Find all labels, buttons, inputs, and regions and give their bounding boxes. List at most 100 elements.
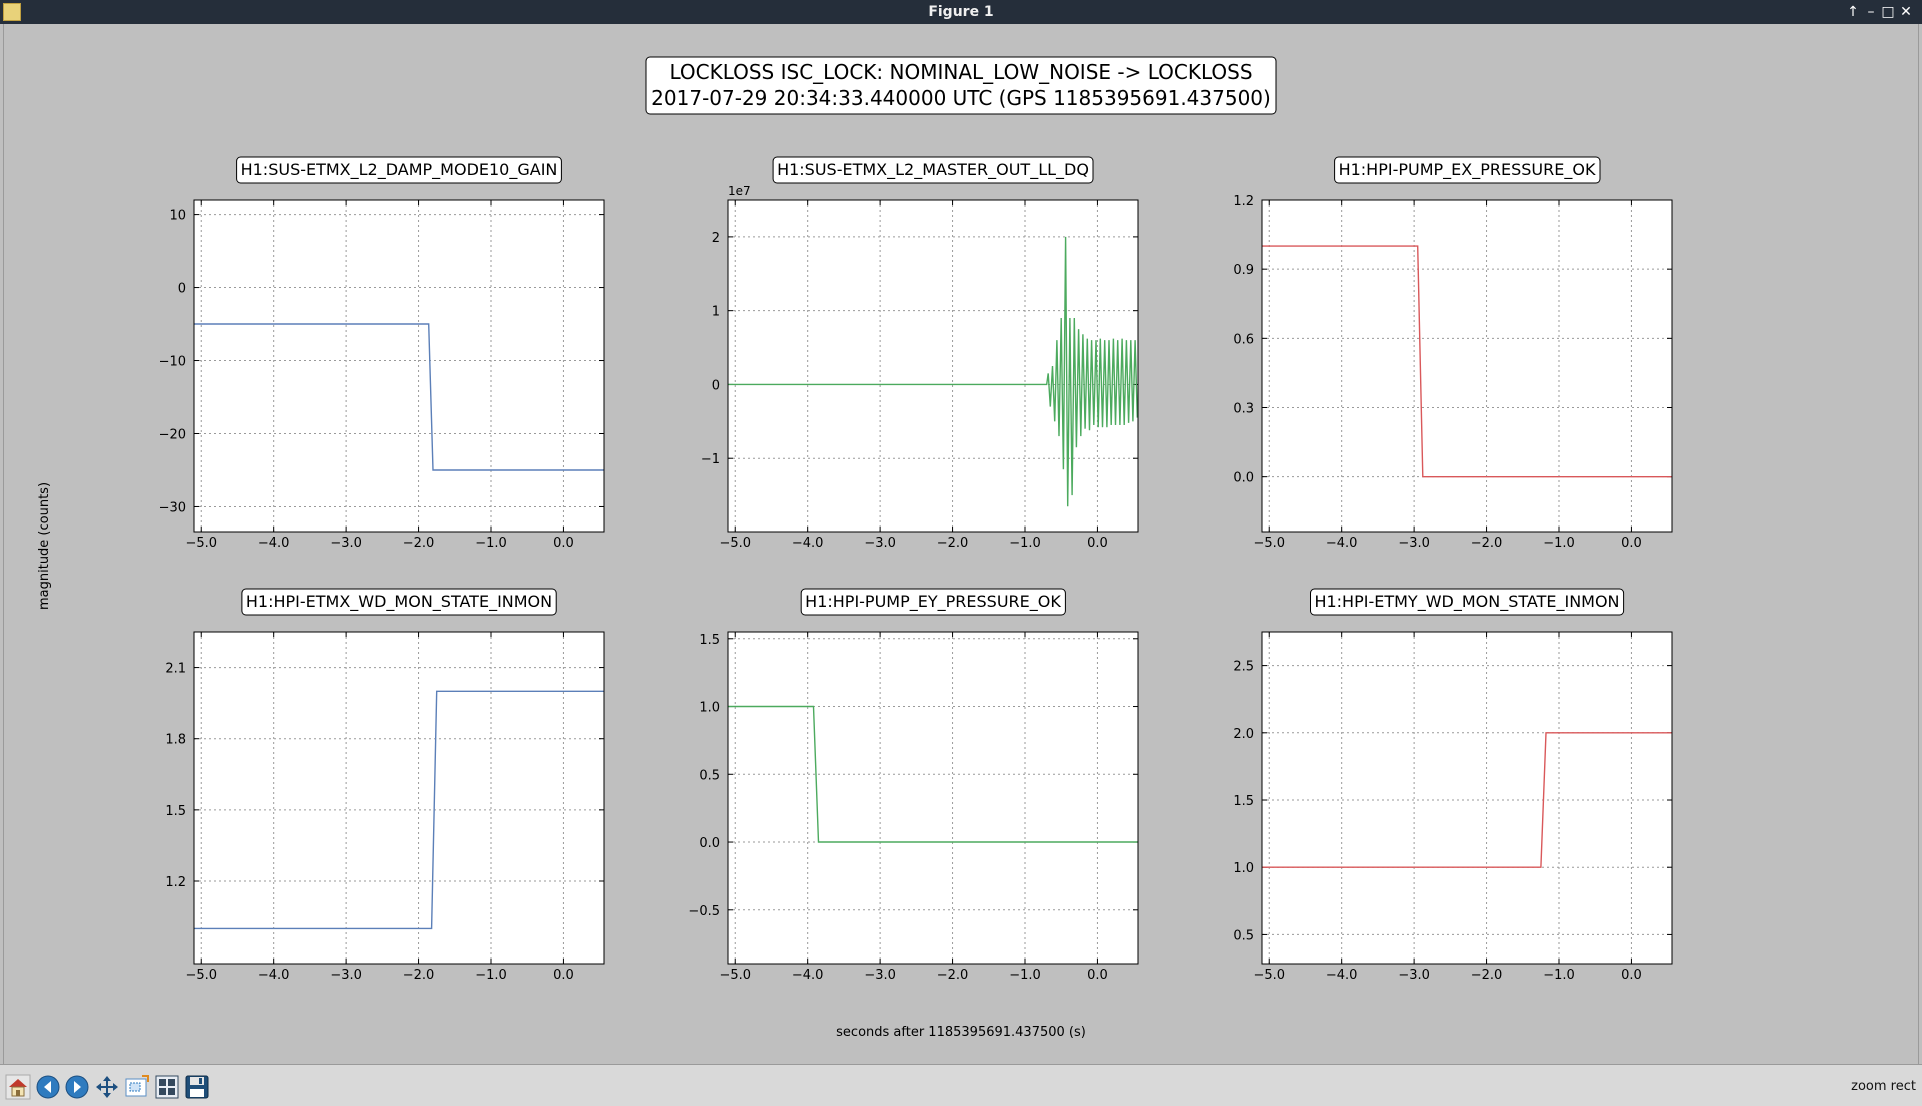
- y-tick-label: 0.0: [1233, 471, 1254, 486]
- figure-svg: LOCKLOSS ISC_LOCK: NOMINAL_LOW_NOISE -> …: [37, 56, 1673, 1040]
- y-tick-label: 0.5: [699, 768, 720, 783]
- x-tick-label: −1.0: [475, 968, 507, 983]
- x-tick-label: 0.0: [553, 536, 574, 551]
- x-tick-label: −1.0: [1543, 968, 1575, 983]
- y-tick-label: 0: [712, 378, 720, 393]
- y-tick-label: −1: [701, 452, 720, 467]
- y-tick-label: 1.5: [1233, 794, 1254, 809]
- plot-area: [194, 632, 604, 964]
- x-tick-label: −5.0: [185, 536, 217, 551]
- x-tick-label: −5.0: [719, 968, 751, 983]
- window-titlebar: Figure 1 ↑ – □ ✕: [0, 0, 1922, 24]
- x-tick-label: −4.0: [258, 968, 290, 983]
- save-figure-icon[interactable]: [184, 1074, 210, 1100]
- x-tick-label: −5.0: [1253, 536, 1285, 551]
- x-tick-label: −3.0: [330, 536, 362, 551]
- y-tick-label: 0.9: [1233, 263, 1254, 278]
- subplot-4: −5.0 −4.0 −3.0 −2.0 −1.0 0.0 2.1 1.8 1.5 1.2 H1:HP…: [165, 588, 605, 983]
- plot-area: [1262, 632, 1672, 964]
- plot-area: [728, 200, 1138, 532]
- x-tick-label: −4.0: [792, 968, 824, 983]
- y-tick-label: 1: [712, 305, 720, 320]
- x-tick-label: −3.0: [1398, 968, 1430, 983]
- plot-area: [194, 200, 604, 532]
- window-up-button[interactable]: ↑: [1844, 2, 1862, 22]
- y-tick-label: 0.0: [699, 836, 720, 851]
- x-tick-label: −1.0: [1009, 968, 1041, 983]
- subplot-title: H1:SUS-ETMX_L2_DAMP_MODE10_GAIN: [241, 160, 558, 180]
- x-tick-label: −1.0: [1009, 536, 1041, 551]
- y-tick-label: 2: [712, 231, 720, 246]
- y-tick-label: 1.0: [1233, 861, 1254, 876]
- x-tick-label: 0.0: [1621, 536, 1642, 551]
- subplot-2: −5.0 −4.0 −3.0 −2.0 −1.0 0.0 2 1 0 −1 1e7 H1:SUS-ET…: [701, 156, 1139, 551]
- window-minimize-button[interactable]: –: [1862, 2, 1880, 22]
- suptitle-line1: LOCKLOSS ISC_LOCK: NOMINAL_LOW_NOISE -> …: [669, 60, 1252, 84]
- y-offset-label: 1e7: [728, 184, 751, 198]
- x-tick-label: −2.0: [403, 536, 435, 551]
- forward-arrow-icon[interactable]: [64, 1074, 90, 1100]
- toolbar-status-text: zoom rect: [1851, 1079, 1916, 1094]
- x-tick-label: −2.0: [1471, 968, 1503, 983]
- x-tick-label: −4.0: [792, 536, 824, 551]
- x-tick-label: −1.0: [475, 536, 507, 551]
- y-tick-label: 0: [178, 282, 186, 297]
- back-arrow-icon[interactable]: [35, 1074, 61, 1100]
- x-tick-label: 0.0: [1087, 968, 1108, 983]
- y-tick-label: −30: [159, 500, 186, 515]
- window-close-button[interactable]: ✕: [1897, 2, 1915, 22]
- y-tick-label: 0.3: [1233, 402, 1254, 417]
- x-tick-label: 0.0: [1621, 968, 1642, 983]
- plot-area: [728, 632, 1138, 964]
- subplot-title: H1:HPI-ETMY_WD_MON_STATE_INMON: [1314, 592, 1619, 612]
- subplot-6: −5.0 −4.0 −3.0 −2.0 −1.0 0.0 2.5 2.0 1.5 1.0 0.5 H1…: [1233, 588, 1673, 983]
- navigation-toolbar: zoom rect: [0, 1064, 1922, 1106]
- x-tick-label: −4.0: [1326, 968, 1358, 983]
- x-tick-label: −2.0: [937, 968, 969, 983]
- window-maximize-button[interactable]: □: [1879, 2, 1897, 22]
- x-tick-label: −2.0: [1471, 536, 1503, 551]
- y-tick-label: −20: [159, 427, 186, 442]
- configure-subplots-icon[interactable]: [154, 1074, 180, 1100]
- subplot-5: −5.0 −4.0 −3.0 −2.0 −1.0 0.0 1.5 1.0 0.5 0.0 −0.5 H…: [688, 588, 1139, 983]
- x-tick-label: −1.0: [1543, 536, 1575, 551]
- x-tick-label: 0.0: [1087, 536, 1108, 551]
- y-tick-label: 1.8: [165, 733, 186, 748]
- y-tick-label: 1.0: [699, 701, 720, 716]
- x-tick-label: −2.0: [403, 968, 435, 983]
- y-tick-label: 1.2: [165, 875, 186, 890]
- x-tick-label: −3.0: [330, 968, 362, 983]
- y-tick-label: 1.5: [699, 633, 720, 648]
- subplot-title: H1:SUS-ETMX_L2_MASTER_OUT_LL_DQ: [777, 160, 1089, 180]
- suptitle-line2: 2017-07-29 20:34:33.440000 UTC (GPS 1185…: [651, 86, 1271, 110]
- subplot-title: H1:HPI-ETMX_WD_MON_STATE_INMON: [246, 592, 552, 612]
- y-tick-label: −0.5: [688, 904, 720, 919]
- figure-canvas[interactable]: LOCKLOSS ISC_LOCK: NOMINAL_LOW_NOISE -> …: [3, 24, 1919, 1064]
- y-tick-label: 2.5: [1233, 660, 1254, 675]
- plot-area: [1262, 200, 1672, 532]
- x-tick-label: −3.0: [864, 536, 896, 551]
- y-tick-label: 0.6: [1233, 332, 1254, 347]
- x-tick-label: −4.0: [1326, 536, 1358, 551]
- subplot-3: −5.0 −4.0 −3.0 −2.0 −1.0 0.0 1.2 0.9 0.6 0.3 0.0 H1…: [1233, 156, 1673, 551]
- zoom-rect-icon[interactable]: [124, 1074, 150, 1100]
- subplot-title: H1:HPI-PUMP_EX_PRESSURE_OK: [1339, 160, 1596, 180]
- y-tick-label: 1.5: [165, 804, 186, 819]
- x-tick-label: −5.0: [1253, 968, 1285, 983]
- y-tick-label: 2.0: [1233, 727, 1254, 742]
- pan-move-icon[interactable]: [94, 1074, 120, 1100]
- subplot-1: −5.0 −4.0 −3.0 −2.0 −1.0 0.0 10 0 −10 −20 −30 H1:SU…: [159, 156, 605, 551]
- x-axis-label: seconds after 1185395691.437500 (s): [836, 1025, 1086, 1040]
- x-tick-label: 0.0: [553, 968, 574, 983]
- y-tick-label: 0.5: [1233, 928, 1254, 943]
- window-title: Figure 1: [928, 4, 994, 20]
- y-tick-label: −10: [159, 355, 186, 370]
- x-tick-label: −5.0: [185, 968, 217, 983]
- y-axis-label: magnitude (counts): [37, 482, 52, 610]
- x-tick-label: −2.0: [937, 536, 969, 551]
- x-tick-label: −4.0: [258, 536, 290, 551]
- home-icon[interactable]: [5, 1074, 31, 1100]
- x-tick-label: −3.0: [864, 968, 896, 983]
- y-tick-label: 1.2: [1233, 194, 1254, 209]
- y-tick-label: 10: [169, 209, 186, 224]
